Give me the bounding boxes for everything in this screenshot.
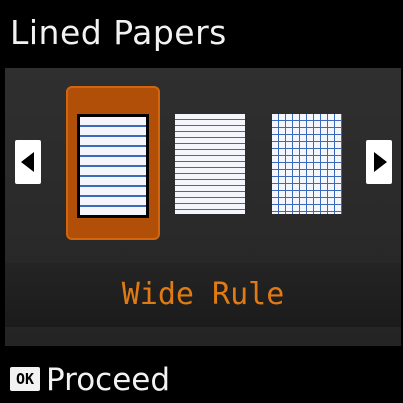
selected-option-label: Wide Rule bbox=[121, 277, 285, 312]
right-triangle-glyph bbox=[374, 152, 387, 172]
graph-paper-icon bbox=[272, 114, 342, 214]
left-triangle-glyph bbox=[21, 152, 34, 172]
ok-button[interactable]: OK bbox=[10, 367, 40, 391]
arrow-right-icon[interactable] bbox=[366, 140, 392, 184]
narrow-rule-paper-icon bbox=[175, 114, 245, 214]
wide-rule-paper-icon bbox=[77, 114, 149, 218]
title-bar: Lined Papers bbox=[0, 0, 403, 68]
option-graph-paper[interactable] bbox=[260, 86, 354, 240]
arrow-left-icon[interactable] bbox=[15, 140, 41, 184]
proceed-label: Proceed bbox=[46, 362, 171, 398]
footer-bar: OK Proceed bbox=[0, 352, 403, 403]
option-narrow-rule[interactable] bbox=[163, 86, 257, 240]
screen-title: Lined Papers bbox=[10, 13, 227, 52]
printer-lcd-screen: Lined Papers Wide Rule OK Proceed bbox=[0, 0, 403, 403]
option-wide-rule[interactable] bbox=[66, 86, 160, 240]
selected-option-band: Wide Rule bbox=[5, 263, 401, 327]
